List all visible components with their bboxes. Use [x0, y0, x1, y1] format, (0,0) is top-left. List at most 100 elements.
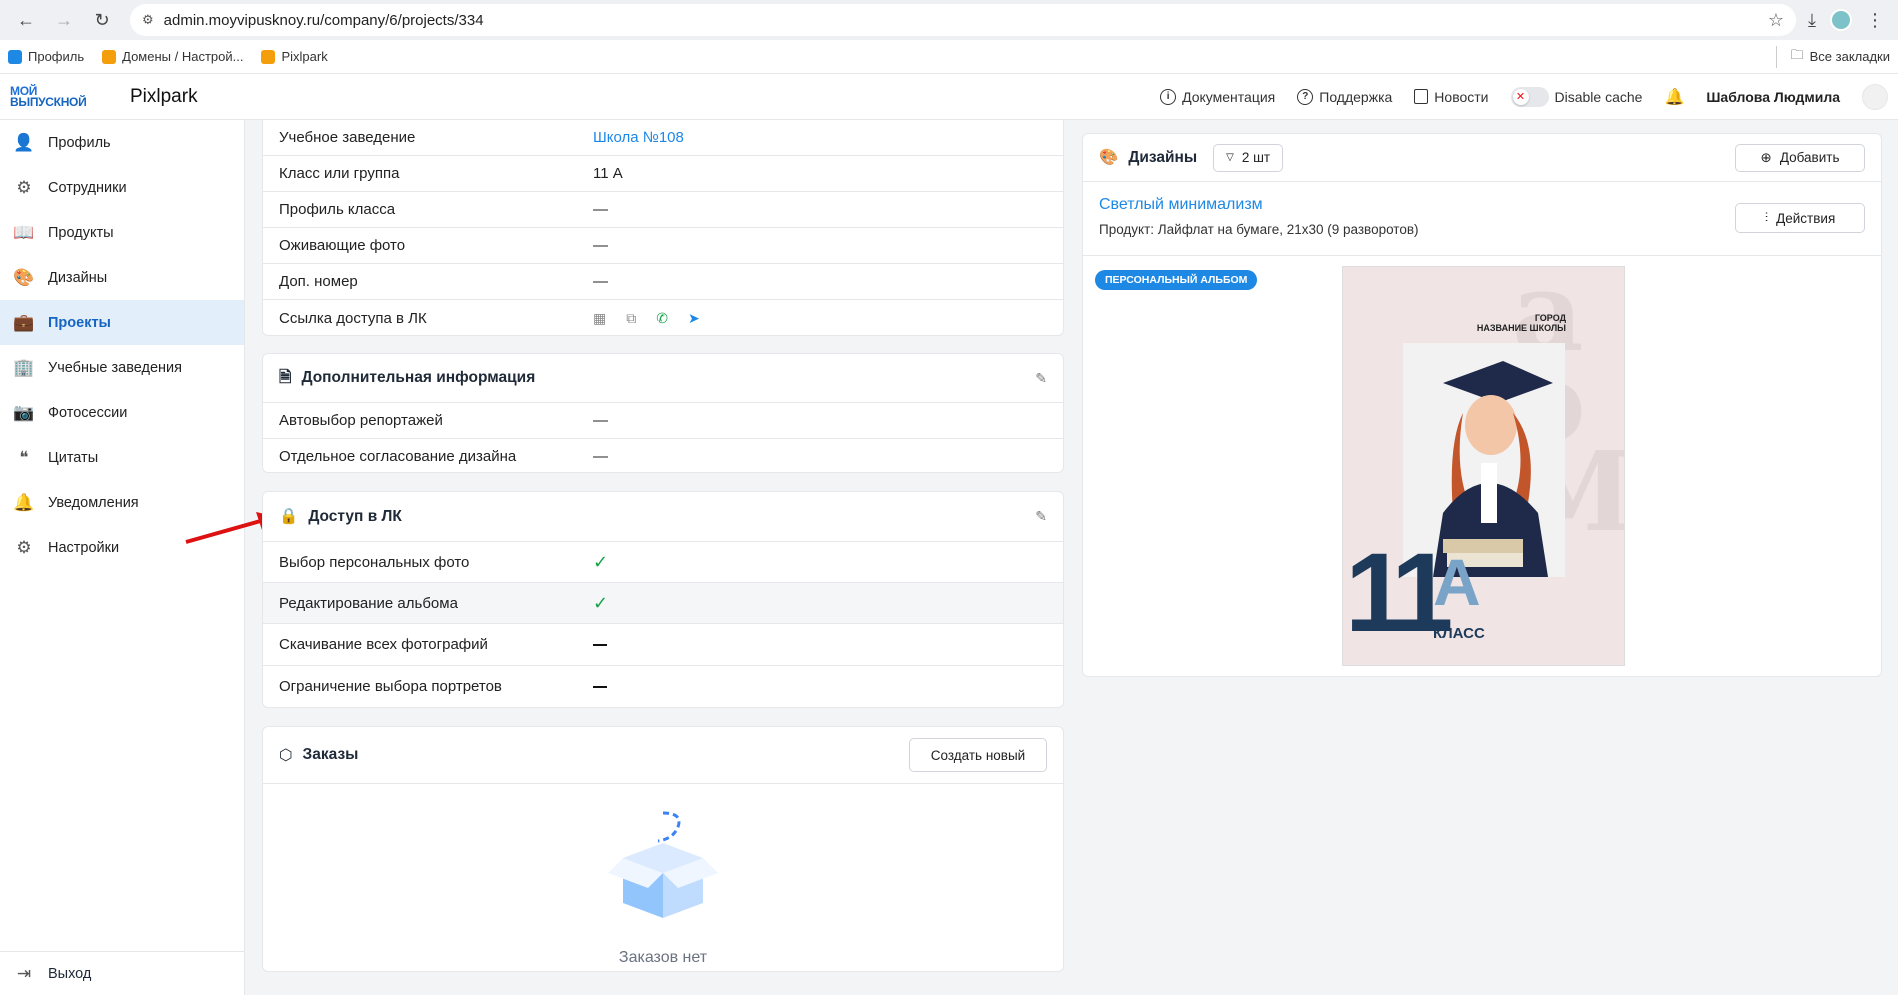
notifications-bell-icon[interactable]: 🔔	[1664, 87, 1684, 107]
site-info-icon[interactable]: ⚙	[142, 12, 154, 28]
bookmark-icon	[261, 49, 276, 64]
back-icon[interactable]: ←	[10, 4, 42, 36]
access-row: Ограничение выбора портретов	[263, 666, 1063, 707]
bookmark-item[interactable]: Домены / Настрой...	[102, 49, 243, 64]
bookmark-item[interactable]: Pixlpark	[261, 49, 328, 64]
add-design-button[interactable]: ⊕ Добавить	[1735, 143, 1865, 172]
logout-button[interactable]: ⇥ Выход	[0, 951, 244, 995]
support-link[interactable]: ? Поддержка	[1297, 88, 1392, 105]
cover-number: 11	[1345, 530, 1453, 655]
telegram-icon[interactable]: ➤	[688, 310, 700, 327]
project-info-card: Учебное заведение Школа №108 Класс или гр…	[262, 120, 1064, 336]
profile-avatar[interactable]	[1830, 9, 1852, 31]
logout-icon: ⇥	[16, 963, 32, 983]
cover-class-word: КЛАСС	[1433, 625, 1485, 642]
additional-info-card: 🗎 Дополнительная информация ✎ Автовыбор …	[262, 353, 1064, 473]
bookmark-item[interactable]: Профиль	[8, 49, 84, 64]
actions-button[interactable]: ⫶ Действия	[1735, 203, 1865, 233]
palette-icon: 🎨	[13, 267, 35, 287]
app-header: МОЙ ВЫПУСКНОЙ Pixlpark i Документация ? По…	[0, 74, 1898, 120]
book-icon: 📖	[13, 222, 35, 242]
access-row: Редактирование альбома ✓	[263, 583, 1063, 624]
sidebar-item-schools[interactable]: 🏢 Учебные заведения	[0, 345, 244, 390]
info-row: Автовыбор репортажей —	[263, 403, 1063, 439]
designs-card: 🎨 Дизайны ▽ 2 шт ⊕ Добавить Светлый минима…	[1082, 133, 1882, 677]
edit-pencil-icon[interactable]: ✎	[1035, 370, 1047, 387]
logo[interactable]: МОЙ ВЫПУСКНОЙ	[10, 84, 110, 110]
cover-city: ГОРОД	[1534, 313, 1566, 323]
info-row: Учебное заведение Школа №108	[263, 120, 1063, 156]
quote-icon: ❝	[19, 447, 29, 467]
user-avatar[interactable]	[1862, 83, 1888, 110]
user-icon: 👤	[13, 132, 35, 152]
sidebar-item-profile[interactable]: 👤 Профиль	[0, 120, 244, 165]
edit-pencil-icon[interactable]: ✎	[1035, 508, 1047, 525]
album-cover-preview[interactable]: aoM ГОРОД НАЗВАНИЕ ШКОЛЫ 11 А КЛАСС	[1342, 266, 1625, 666]
design-count-dropdown[interactable]: ▽ 2 шт	[1213, 143, 1284, 172]
cover-letter: А	[1433, 545, 1481, 619]
reload-icon[interactable]: ↻	[86, 4, 118, 36]
check-icon: ✓	[593, 592, 609, 613]
info-row: Доп. номер —	[263, 264, 1063, 300]
news-link[interactable]: Новости	[1414, 89, 1489, 105]
user-name[interactable]: Шаблова Людмила	[1706, 89, 1840, 105]
users-gear-icon: ⚙	[16, 177, 32, 197]
help-icon: ?	[1297, 88, 1314, 105]
app-title: Pixlpark	[130, 85, 198, 107]
sidebar-item-quotes[interactable]: ❝ Цитаты	[0, 435, 244, 480]
card-header: 🔒 Доступ в ЛК ✎	[263, 492, 1063, 542]
bookmark-icon	[8, 49, 22, 64]
url-text: admin.moyvipusknoy.ru/company/6/projects…	[163, 11, 484, 29]
browser-toolbar: ← → ↻ ⚙ admin.moyvipusknoy.ru/company/6/…	[0, 0, 1898, 40]
address-bar[interactable]: ⚙ admin.moyvipusknoy.ru/company/6/projec…	[130, 4, 1797, 36]
close-icon: ✕	[1512, 88, 1529, 105]
building-icon: 🏢	[13, 357, 35, 377]
toggle-switch[interactable]: ✕	[1510, 86, 1549, 107]
palette-icon: 🎨	[1099, 149, 1119, 166]
plus-circle-icon: ⊕	[1760, 149, 1772, 165]
qr-code-icon[interactable]: ▦	[593, 310, 606, 327]
info-row: Ссылка доступа в ЛК ▦ ⧉ ✆ ➤	[279, 309, 700, 327]
personal-album-badge: ПЕРСОНАЛЬНЫЙ АЛЬБОМ	[1095, 270, 1258, 290]
school-link[interactable]: Школа №108	[593, 129, 684, 146]
forward-icon[interactable]: →	[48, 4, 80, 36]
menu-icon[interactable]: ⋮	[1866, 10, 1884, 31]
card-header: 🎨 Дизайны ▽ 2 шт ⊕ Добавить	[1083, 134, 1881, 182]
cover-school: НАЗВАНИЕ ШКОЛЫ	[1476, 323, 1566, 333]
sidebar-item-projects[interactable]: 💼 Проекты	[0, 300, 244, 345]
sidebar-item-photosessions[interactable]: 📷 Фотосессии	[0, 390, 244, 435]
docs-link[interactable]: i Документация	[1160, 88, 1275, 105]
empty-orders-text: Заказов нет	[618, 949, 708, 966]
sliders-icon: ⫶	[1764, 210, 1769, 225]
card-header: ⬡ Заказы Создать новый	[263, 727, 1063, 784]
info-row: Оживающие фото —	[263, 228, 1063, 264]
bookmark-star-icon[interactable]: ☆	[1768, 10, 1784, 31]
camera-icon: 📷	[13, 402, 35, 422]
disable-cache-toggle[interactable]: ✕ Disable cache	[1510, 86, 1642, 107]
news-icon	[1414, 89, 1429, 104]
access-card: 🔒 Доступ в ЛК ✎ Выбор персональных фото ✓…	[262, 491, 1064, 708]
sidebar-item-products[interactable]: 📖 Продукты	[0, 210, 244, 255]
copy-icon[interactable]: ⧉	[626, 310, 636, 327]
dash-icon	[593, 643, 607, 646]
check-icon: ✓	[593, 551, 609, 572]
create-order-button[interactable]: Создать новый	[909, 738, 1047, 772]
sidebar: 👤 Профиль ⚙ Сотрудники 📖 Продукты 🎨 Дизайны …	[0, 120, 245, 995]
bookmarks-bar: Профиль Домены / Настрой... Pixlpark 🗀 Вс…	[0, 40, 1898, 74]
design-item-header: Светлый минимализм Продукт: Лайфлат на б…	[1083, 182, 1881, 256]
filter-icon: ▽	[1226, 152, 1234, 163]
sidebar-item-staff[interactable]: ⚙ Сотрудники	[0, 165, 244, 210]
folder-icon: 🗀	[1790, 46, 1804, 62]
bookmark-icon	[102, 49, 117, 64]
gear-icon: ⚙	[16, 537, 32, 557]
whatsapp-icon[interactable]: ✆	[656, 310, 668, 327]
download-icon[interactable]: ⤓	[1808, 10, 1816, 31]
box-icon: ⬡	[279, 746, 293, 764]
briefcase-icon: 💼	[13, 312, 35, 332]
orders-card: ⬡ Заказы Создать новый Заказов нет	[262, 726, 1064, 972]
all-bookmarks[interactable]: 🗀 Все закладки	[1775, 45, 1890, 68]
access-row: Скачивание всех фотографий	[263, 624, 1063, 666]
access-row: Выбор персональных фото ✓	[263, 542, 1063, 583]
info-icon: i	[1160, 88, 1177, 105]
sidebar-item-designs[interactable]: 🎨 Дизайны	[0, 255, 244, 300]
